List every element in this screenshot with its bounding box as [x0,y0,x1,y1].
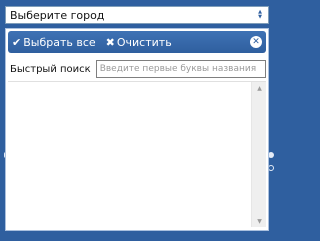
checkmark-icon: ✔ [12,35,22,49]
scroll-down-arrow-icon[interactable]: ▼ [252,215,267,227]
city-select-value: Выберите город [10,8,105,22]
clear-button[interactable]: ✖ Очистить [106,36,172,49]
list-scrollbar[interactable]: ▲ ▼ [251,82,266,227]
up-down-arrows-icon: ▲ ▼ [258,9,262,20]
search-input[interactable] [95,60,266,78]
search-row: Быстрый поиск [8,59,266,79]
select-all-label: Выбрать все [23,35,96,49]
select-all-button[interactable]: ✔ Выбрать все [12,36,96,49]
city-dropdown-panel: ✔ Выбрать все ✖ Очистить ✕ Быстрый поиск… [5,28,269,231]
scroll-up-arrow-icon[interactable]: ▲ [252,82,267,94]
clear-label: Очистить [116,35,172,49]
close-icon[interactable]: ✕ [250,36,262,48]
city-select[interactable]: Выберите город ▲ ▼ [5,6,269,24]
city-list[interactable]: ▲ ▼ [8,81,266,227]
cross-icon: ✖ [105,35,115,49]
search-label: Быстрый поиск [10,63,91,75]
panel-header: ✔ Выбрать все ✖ Очистить ✕ [8,31,266,53]
